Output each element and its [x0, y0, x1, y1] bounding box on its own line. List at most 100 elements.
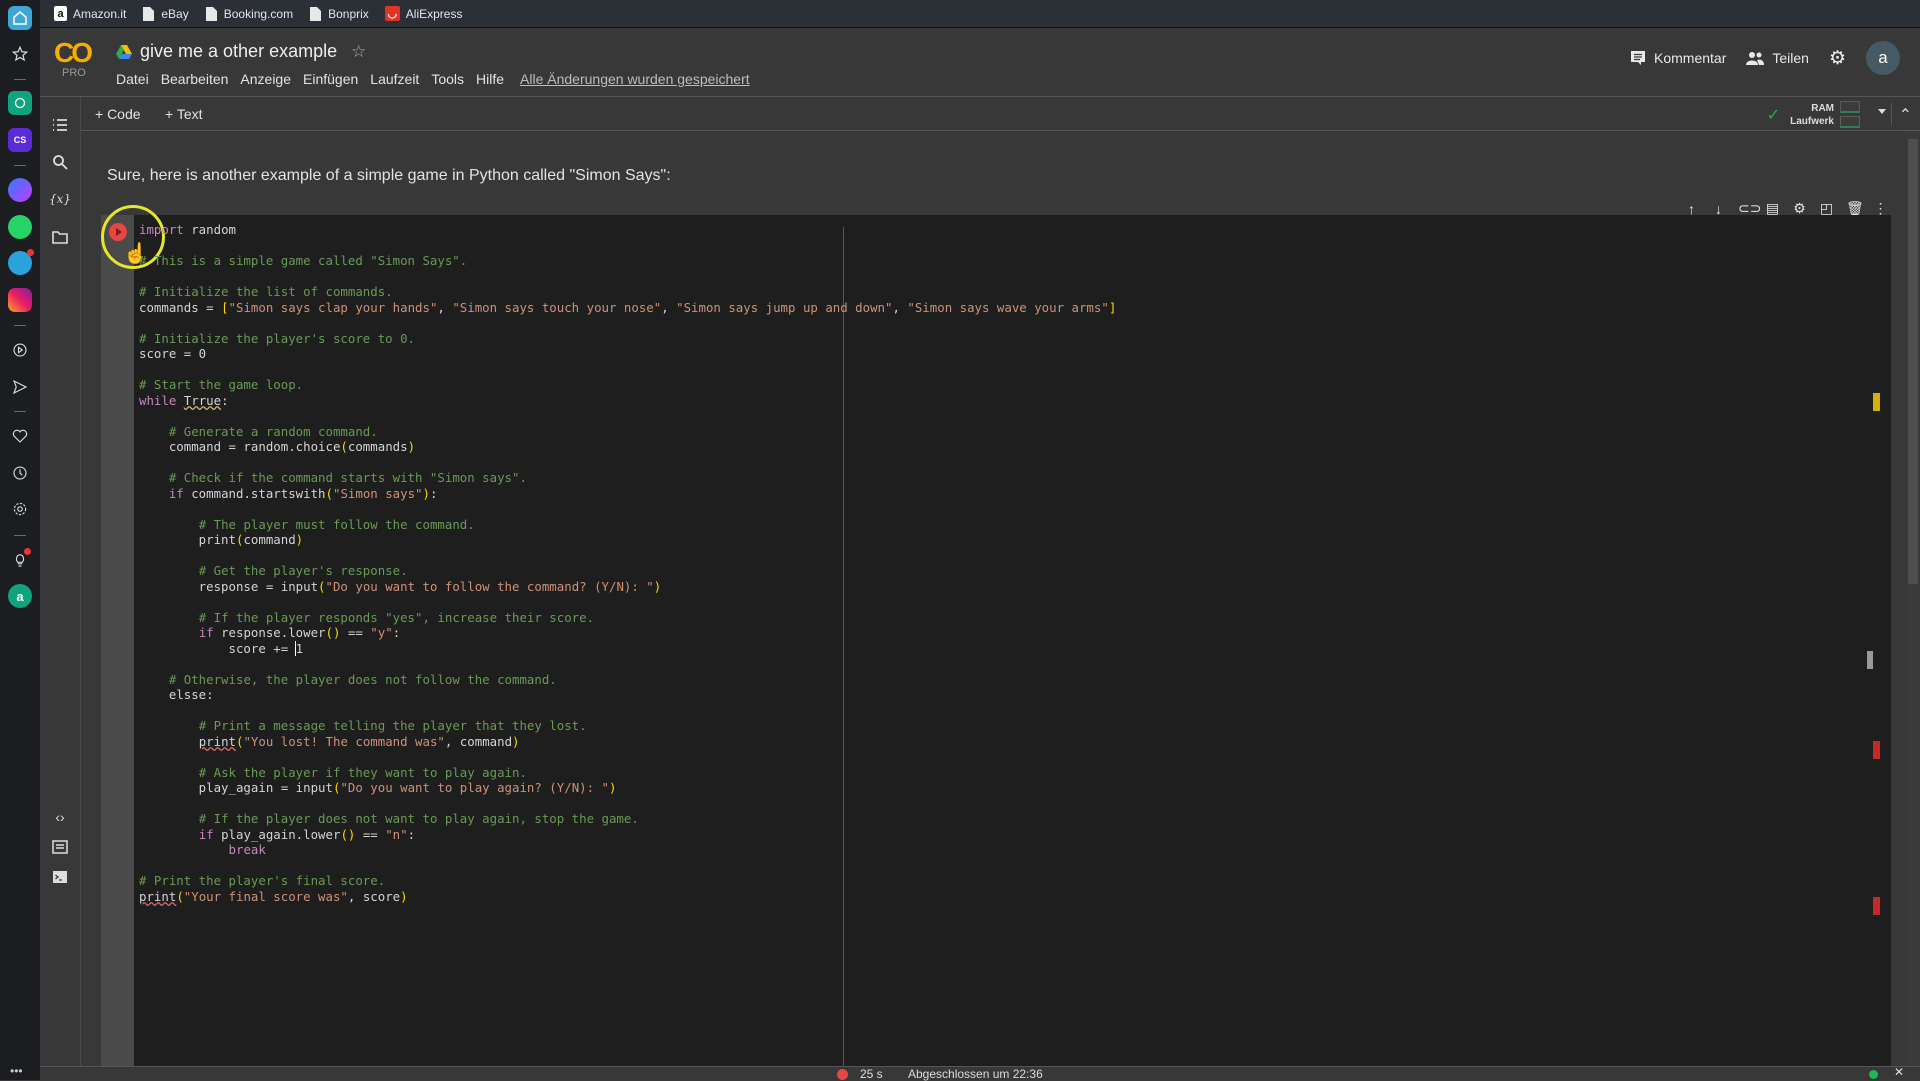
add-text-button[interactable]: + Text	[165, 106, 203, 122]
home-icon[interactable]	[8, 6, 32, 30]
code-line[interactable]	[139, 796, 1116, 812]
menu-tools[interactable]: Tools	[425, 71, 470, 87]
whatsapp-icon[interactable]	[8, 215, 32, 239]
code-line[interactable]	[139, 501, 1116, 517]
saved-status-link[interactable]: Alle Änderungen wurden gespeichert	[514, 71, 756, 87]
menu-laufzeit[interactable]: Laufzeit	[364, 71, 425, 87]
close-status-icon[interactable]: ✕	[1894, 1065, 1904, 1079]
google-drive-icon	[116, 44, 132, 59]
code-line[interactable]: print("Your final score was", score)	[139, 889, 1116, 905]
bookmarks-star-icon[interactable]	[8, 42, 32, 66]
code-line[interactable]	[139, 656, 1116, 672]
comment-button[interactable]: Kommentar	[1630, 50, 1726, 66]
code-line[interactable]: print(command)	[139, 532, 1116, 548]
code-line[interactable]	[139, 858, 1116, 874]
messenger-icon[interactable]	[8, 178, 32, 202]
terminal-icon[interactable]	[50, 867, 70, 887]
code-line[interactable]	[139, 548, 1116, 564]
code-line[interactable]: # Print the player's final score.	[139, 873, 1116, 889]
code-line[interactable]: # The player must follow the command.	[139, 517, 1116, 533]
code-line[interactable]: break	[139, 842, 1116, 858]
code-line[interactable]: while Trrue:	[139, 393, 1116, 409]
bookmark-aliexpress[interactable]: ◡ AliExpress	[384, 6, 462, 21]
bookmark-amazon[interactable]: a Amazon.it	[54, 6, 126, 21]
settings-icon[interactable]: ⚙	[1829, 47, 1846, 70]
player-icon[interactable]	[8, 338, 32, 362]
code-line[interactable]: # Ask the player if they want to play ag…	[139, 765, 1116, 781]
add-code-button[interactable]: + Code	[95, 106, 141, 122]
code-line[interactable]: print("You lost! The command was", comma…	[139, 734, 1116, 750]
lightbulb-icon[interactable]	[8, 548, 32, 572]
menu-einfuegen[interactable]: Einfügen	[297, 71, 364, 87]
run-cell-button[interactable]	[109, 223, 127, 241]
code-line[interactable]: # Initialize the list of commands.	[139, 284, 1116, 300]
code-line[interactable]: response = input("Do you want to follow …	[139, 579, 1116, 595]
code-line[interactable]: if play_again.lower() == "n":	[139, 827, 1116, 843]
settings-gear-icon[interactable]	[8, 497, 32, 521]
menu-datei[interactable]: Datei	[110, 71, 155, 87]
code-line[interactable]: command = random.choice(commands)	[139, 439, 1116, 455]
code-line[interactable]: commands = ["Simon says clap your hands"…	[139, 300, 1116, 316]
avatar[interactable]: a	[1866, 41, 1900, 75]
code-cell[interactable]: ☝ import random # This is a simple game …	[101, 205, 1891, 1067]
colab-logo[interactable]: CO PRO	[54, 39, 100, 87]
code-line[interactable]	[139, 749, 1116, 765]
code-line[interactable]: # Get the player's response.	[139, 563, 1116, 579]
collapse-header-icon[interactable]: ⌃	[1899, 105, 1912, 125]
send-icon[interactable]	[8, 375, 32, 399]
chatgpt-icon[interactable]	[8, 91, 32, 115]
telegram-icon[interactable]	[8, 249, 34, 275]
share-button[interactable]: Teilen	[1746, 50, 1809, 66]
account-app-icon[interactable]: a	[8, 584, 32, 608]
menu-anzeige[interactable]: Anzeige	[234, 71, 297, 87]
command-palette-icon[interactable]	[50, 837, 70, 857]
code-line[interactable]	[139, 594, 1116, 610]
star-icon[interactable]: ☆	[351, 42, 366, 62]
heart-icon[interactable]	[8, 424, 32, 448]
runtime-resources[interactable]: ✓ RAM Laufwerk	[1767, 101, 1860, 128]
code-line[interactable]: score += 1	[139, 640, 1116, 657]
code-snippets-icon[interactable]: ‹›	[50, 807, 70, 827]
search-icon[interactable]	[50, 152, 70, 172]
table-of-contents-icon[interactable]	[50, 115, 70, 135]
code-line[interactable]: # Generate a random command.	[139, 424, 1116, 440]
code-line[interactable]: play_again = input("Do you want to play …	[139, 780, 1116, 796]
code-line[interactable]: # Print a message telling the player tha…	[139, 718, 1116, 734]
code-line[interactable]: score = 0	[139, 346, 1116, 362]
code-line[interactable]	[139, 362, 1116, 378]
folder-icon[interactable]	[50, 227, 70, 247]
code-line[interactable]: elsse:	[139, 687, 1116, 703]
variables-icon[interactable]: {x}	[49, 189, 71, 209]
code-line[interactable]: # If the player responds "yes", increase…	[139, 610, 1116, 626]
code-line[interactable]: import random	[139, 222, 1116, 238]
code-line[interactable]	[139, 455, 1116, 471]
notebook-title-text[interactable]: give me a other example	[140, 41, 337, 62]
instagram-icon[interactable]	[8, 288, 32, 312]
code-line[interactable]	[139, 408, 1116, 424]
code-line[interactable]: if command.startswith("Simon says"):	[139, 486, 1116, 502]
text-cell[interactable]: Sure, here is another example of a simpl…	[107, 167, 671, 185]
code-line[interactable]: # Initialize the player's score to 0.	[139, 331, 1116, 347]
code-line[interactable]	[139, 703, 1116, 719]
bookmark-booking[interactable]: Booking.com	[205, 6, 293, 21]
code-line[interactable]: # If the player does not want to play ag…	[139, 811, 1116, 827]
code-editor[interactable]: import random # This is a simple game ca…	[139, 222, 1116, 904]
history-clock-icon[interactable]	[8, 461, 32, 485]
menu-hilfe[interactable]: Hilfe	[470, 71, 510, 87]
code-line[interactable]	[139, 269, 1116, 285]
code-line[interactable]: # Otherwise, the player does not follow …	[139, 672, 1116, 688]
more-icon[interactable]: •••	[10, 1064, 23, 1078]
menu-bearbeiten[interactable]: Bearbeiten	[155, 71, 235, 87]
notebook-scrollbar[interactable]	[1906, 131, 1920, 1067]
code-line[interactable]: # Start the game loop.	[139, 377, 1116, 393]
cs-app-icon[interactable]: CS	[8, 128, 32, 152]
bookmark-ebay[interactable]: eBay	[142, 6, 189, 21]
runtime-dropdown-icon[interactable]	[1878, 109, 1886, 114]
scrollbar-thumb[interactable]	[1908, 139, 1918, 584]
code-line[interactable]: # This is a simple game called "Simon Sa…	[139, 253, 1116, 269]
code-line[interactable]	[139, 315, 1116, 331]
code-line[interactable]: # Check if the command starts with "Simo…	[139, 470, 1116, 486]
bookmark-bonprix[interactable]: Bonprix	[309, 6, 369, 21]
code-line[interactable]: if response.lower() == "y":	[139, 625, 1116, 641]
code-line[interactable]	[139, 238, 1116, 254]
